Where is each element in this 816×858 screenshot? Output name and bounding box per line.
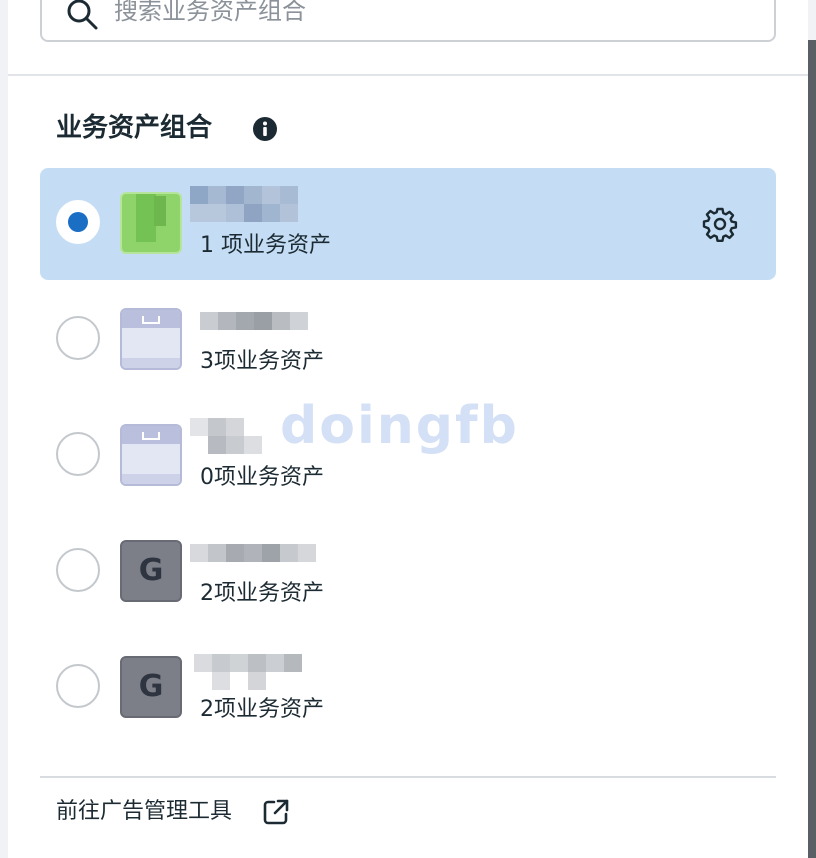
search-placeholder: 搜索业务资产组合 [114,0,306,25]
portfolio-item[interactable]: G 2项业务资产 [40,516,776,628]
asset-count: 0项业务资产 [200,465,324,490]
asset-count: 2项业务资产 [200,697,324,722]
search-icon [67,0,98,30]
briefcase-icon [120,308,182,370]
radio-button-selected[interactable] [56,200,100,244]
search-field[interactable]: 搜索业务资产组合 [40,0,776,42]
radio-button[interactable] [56,432,100,476]
asset-count: 1 项业务资产 [200,233,331,258]
divider [8,74,808,76]
portfolio-item[interactable]: G 2项业务资产 [40,632,776,744]
radio-button[interactable] [56,316,100,360]
portfolio-item[interactable]: 3项业务资产 [40,284,776,396]
section-title: 业务资产组合 [56,113,213,143]
radio-button[interactable] [56,664,100,708]
window-edge [808,0,816,858]
asset-count: 3项业务资产 [200,349,324,374]
divider [40,776,776,778]
avatar-letter: G [120,656,182,718]
portfolio-avatar [120,192,182,254]
info-icon[interactable] [252,116,278,142]
portfolio-item[interactable]: 1 项业务资产 [40,168,776,280]
ads-manager-link[interactable]: 前往广告管理工具 [56,796,232,828]
asset-count: 2项业务资产 [200,581,324,606]
briefcase-icon [120,424,182,486]
radio-button[interactable] [56,548,100,592]
gear-icon[interactable] [702,206,738,242]
external-link-icon[interactable] [262,798,290,826]
business-portfolio-panel: 搜索业务资产组合 业务资产组合 1 项业务资产 3项业务资产 0项业务资产 G … [8,0,808,858]
watermark-text: doingfb [280,396,519,456]
avatar-letter: G [120,540,182,602]
